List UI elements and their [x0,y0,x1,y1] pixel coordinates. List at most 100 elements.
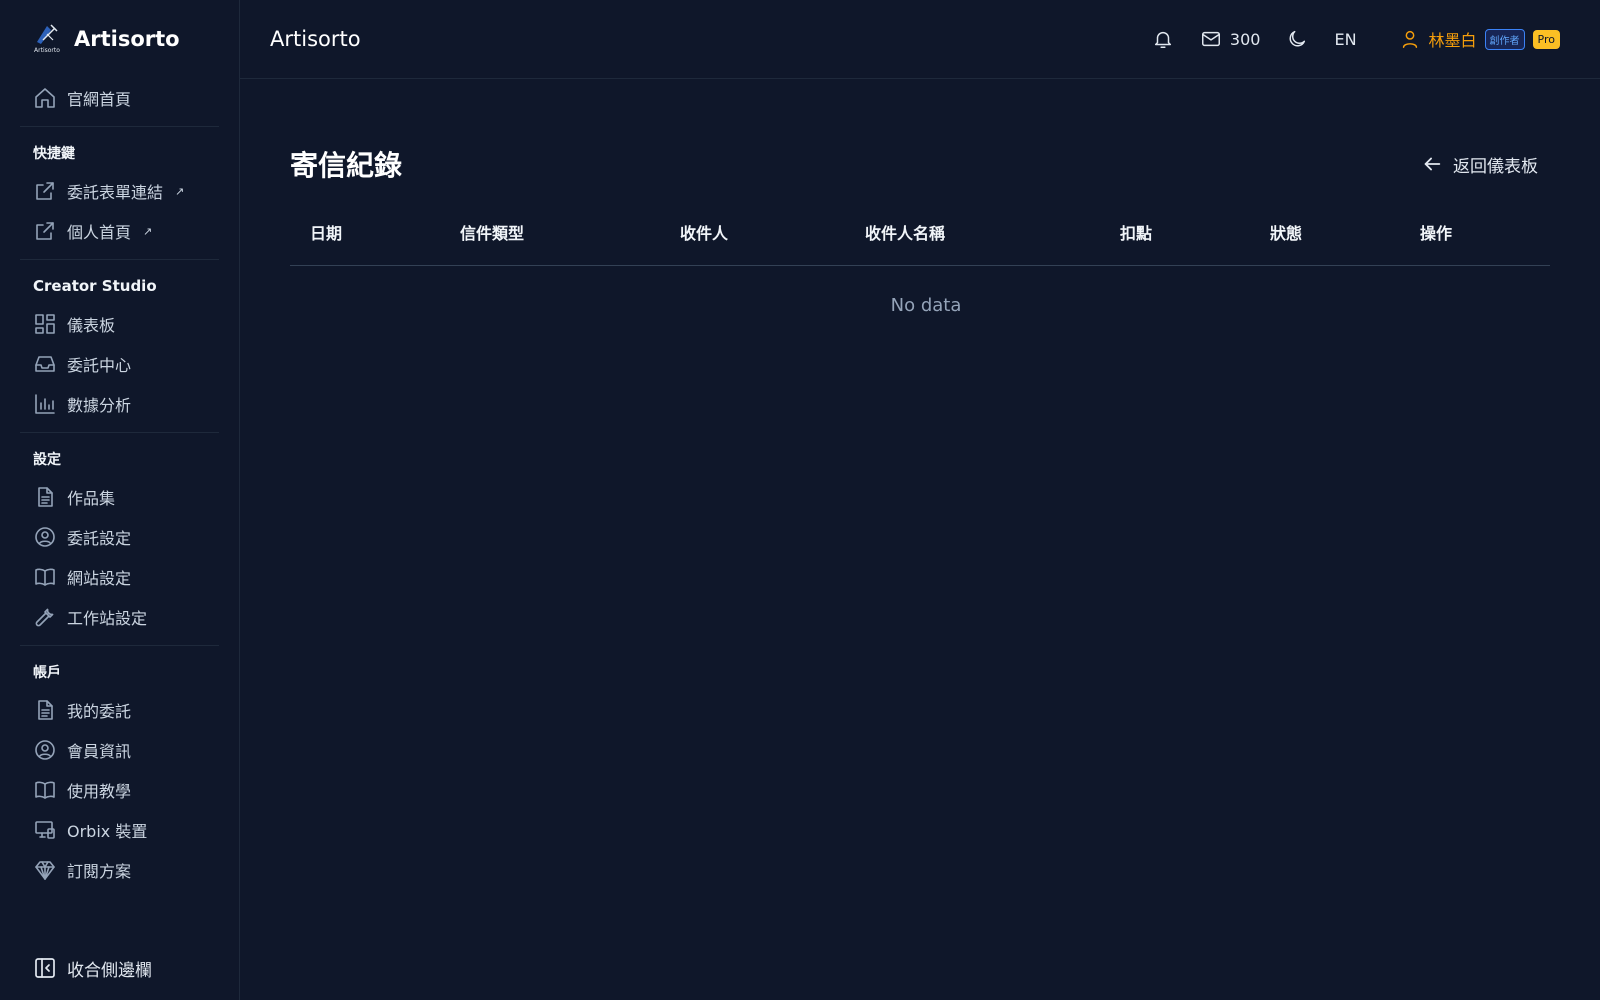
back-to-dashboard-link[interactable]: 返回儀表板 [1421,152,1538,177]
home-icon [33,86,57,110]
sidebar: Artisorto Artisorto 官網首頁 快捷鍵 委託表單連結 ↗ 個人… [0,0,240,1000]
sidebar-item-commission-form-link[interactable]: 委託表單連結 ↗ [20,171,219,211]
topbar-actions: 300 EN 林墨白 創作者 Pro [1152,27,1560,51]
column-header-recipient-name[interactable]: 收件人名稱 [845,199,1100,266]
user-circle-icon [33,525,57,549]
brand-name: Artisorto [74,27,180,51]
sidebar-item-website-settings[interactable]: 網站設定 [20,557,219,597]
sidebar-item-workstation-settings[interactable]: 工作站設定 [20,597,219,637]
topbar: Artisorto 300 EN 林墨白 創作者 Pro [240,0,1600,79]
mail-log-table: 日期 信件類型 收件人 收件人名稱 扣點 狀態 操作 No data [290,199,1550,345]
sidebar-item-subscription[interactable]: 訂閱方案 [20,850,219,890]
language-switch-button[interactable]: EN [1334,30,1356,49]
divider [20,645,219,646]
user-menu-button[interactable]: 林墨白 創作者 Pro [1399,27,1560,51]
empty-state-text: No data [890,294,962,316]
table-empty-row: No data [290,265,1550,345]
topbar-title: Artisorto [270,27,361,51]
sidebar-item-dashboard[interactable]: 儀表板 [20,304,219,344]
app-root: Artisorto Artisorto 官網首頁 快捷鍵 委託表單連結 ↗ 個人… [0,0,1600,1000]
role-badge: 創作者 [1484,28,1525,50]
sidebar-item-portfolio[interactable]: 作品集 [20,477,219,517]
sidebar-item-label: 工作站設定 [67,609,148,628]
moon-icon [1289,30,1306,47]
section-title-creator-studio: Creator Studio [33,277,157,295]
brand[interactable]: Artisorto Artisorto [0,0,239,78]
brand-logo-caption: Artisorto [34,47,60,54]
column-header-actions: 操作 [1400,199,1550,266]
user-circle-icon [33,738,57,762]
sidebar-item-commission-settings[interactable]: 委託設定 [20,517,219,557]
sidebar-item-label: 網站設定 [67,569,132,588]
divider [20,432,219,433]
document-icon [33,485,57,509]
external-arrow-icon: ↗ [175,184,185,198]
divider [20,259,219,260]
section-title-account: 帳戶 [33,665,61,681]
collapse-sidebar-button[interactable]: 收合側邊欄 [20,948,152,988]
sidebar-item-orbix-devices[interactable]: Orbix 裝置 [20,810,219,850]
book-icon [33,778,57,802]
sidebar-item-label: Orbix 裝置 [67,822,148,841]
arrow-left-icon [1424,157,1441,171]
content-header: 寄信紀錄 返回儀表板 [290,141,1550,187]
table-header: 日期 信件類型 收件人 收件人名稱 扣點 狀態 操作 [290,199,1550,266]
sidebar-nav: 官網首頁 快捷鍵 委託表單連結 ↗ 個人首頁 ↗ Creator Studio [0,78,239,890]
table-header-row: 日期 信件類型 收件人 收件人名稱 扣點 狀態 操作 [290,199,1550,266]
sidebar-item-label: 我的委託 [67,702,132,721]
sidebar-item-analytics[interactable]: 數據分析 [20,384,219,424]
external-arrow-icon: ↗ [143,224,153,238]
main: Artisorto 300 EN 林墨白 創作者 Pro 寄信紀錄 返回儀表板 … [240,0,1600,1000]
section-title-shortcuts: 快捷鍵 [33,146,75,162]
column-header-recipient[interactable]: 收件人 [660,199,845,266]
document-icon [33,698,57,722]
sidebar-item-my-commissions[interactable]: 我的委託 [20,690,219,730]
sidebar-item-label: 會員資訊 [67,742,132,761]
devices-icon [33,818,57,842]
bar-chart-icon [33,392,57,416]
sidebar-item-label: 個人首頁 [67,223,132,242]
user-icon [1402,30,1417,48]
brand-logo: Artisorto [32,22,62,56]
user-name: 林墨白 [1428,31,1477,50]
inbox-icon [33,352,57,376]
sidebar-item-home[interactable]: 官網首頁 [20,78,219,118]
sidebar-item-label: 委託表單連結 [67,183,164,202]
sidebar-item-label: 作品集 [67,489,116,508]
sidebar-item-member-info[interactable]: 會員資訊 [20,730,219,770]
sidebar-item-label: 儀表板 [67,316,116,335]
column-header-date[interactable]: 日期 [290,199,440,266]
column-header-status[interactable]: 狀態 [1250,199,1400,266]
sidebar-item-label: 訂閱方案 [67,862,132,881]
back-to-dashboard-label: 返回儀表板 [1453,156,1538,177]
mail-icon [1201,31,1220,47]
sidebar-item-personal-home[interactable]: 個人首頁 ↗ [20,211,219,251]
column-header-points[interactable]: 扣點 [1100,199,1250,266]
sidebar-item-label: 數據分析 [67,396,132,415]
content: 寄信紀錄 返回儀表板 日期 信件類型 收件人 收件人名稱 扣點 狀態 操作 No… [240,79,1600,345]
mail-count: 300 [1229,29,1261,49]
diamond-icon [33,858,57,882]
collapse-sidebar-label: 收合側邊欄 [67,960,152,981]
theme-toggle-button[interactable] [1286,28,1308,50]
table-body: No data [290,265,1550,345]
book-icon [33,565,57,589]
sidebar-item-label: 委託設定 [67,529,132,548]
external-link-icon [33,219,57,243]
section-title-settings: 設定 [33,452,61,468]
bell-icon [1154,31,1171,48]
sidebar-item-label: 使用教學 [67,782,132,801]
notifications-button[interactable] [1152,28,1174,50]
sidebar-collapse-icon [35,958,55,978]
mail-button[interactable]: 300 [1200,28,1261,50]
external-link-icon [33,179,57,203]
sidebar-item-label: 官網首頁 [67,90,132,109]
dashboard-icon [33,312,57,336]
divider [20,126,219,127]
sidebar-item-tutorial[interactable]: 使用教學 [20,770,219,810]
sidebar-item-label: 委託中心 [67,356,132,375]
plan-badge: Pro [1532,29,1560,49]
sidebar-item-commission-center[interactable]: 委託中心 [20,344,219,384]
page-title: 寄信紀錄 [290,149,403,182]
column-header-mail-type[interactable]: 信件類型 [440,199,660,266]
